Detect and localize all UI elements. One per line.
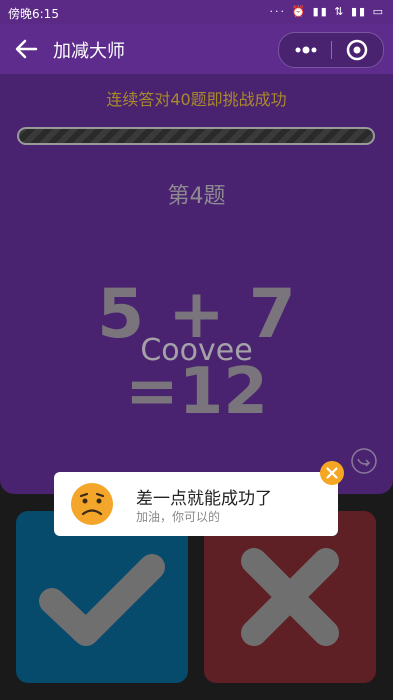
share-icon <box>351 448 377 474</box>
challenge-text: 连续答对40题即挑战成功 <box>106 90 287 109</box>
status-icons: ··· ⏰ ▮▮ ⇅ ▮▮ ▭ <box>269 5 385 18</box>
status-time: 傍晚6:15 <box>8 7 59 21</box>
feedback-toast: 差一点就能成功了 加油，你可以的 <box>54 472 338 536</box>
toast-message: 差一点就能成功了 <box>136 489 272 509</box>
back-button[interactable] <box>12 36 40 62</box>
x-mark-icon <box>241 548 339 646</box>
toast-close-button[interactable] <box>320 461 344 485</box>
question-number: 第4题 <box>167 184 226 209</box>
wrong-button[interactable] <box>204 511 376 683</box>
more-button[interactable] <box>279 33 331 67</box>
worried-face-icon <box>71 483 113 525</box>
close-icon <box>326 467 338 479</box>
page-title: 加减大师 <box>53 41 125 62</box>
exit-button[interactable] <box>332 33 383 67</box>
correct-button[interactable] <box>16 511 188 683</box>
share-button[interactable] <box>350 447 378 475</box>
watermark: Coovee <box>140 333 253 368</box>
progress-bar <box>17 127 375 145</box>
arrow-left-icon <box>15 39 38 59</box>
more-dots-icon <box>295 46 317 54</box>
nav-bar: 加减大师 <box>0 24 393 74</box>
checkmark-icon <box>39 554 165 646</box>
status-bar: 傍晚6:15 ··· ⏰ ▮▮ ⇅ ▮▮ ▭ <box>0 0 393 24</box>
target-circle-icon <box>346 39 368 61</box>
mini-program-capsule <box>278 32 384 68</box>
toast-subtext: 加油，你可以的 <box>136 510 221 524</box>
